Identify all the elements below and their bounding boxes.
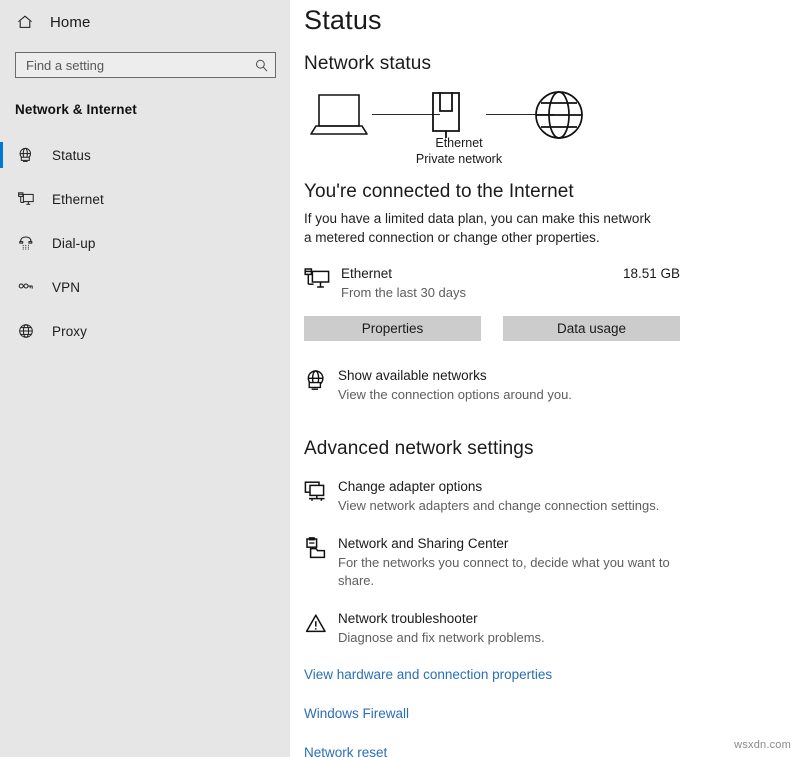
show-available-networks-row[interactable]: Show available networks View the connect…	[304, 367, 694, 404]
link-windows-firewall[interactable]: Windows Firewall	[304, 706, 409, 721]
link-view-hardware-properties[interactable]: View hardware and connection properties	[304, 667, 552, 682]
advanced-item-title: Network and Sharing Center	[338, 536, 508, 551]
network-diagram: Ethernet Private network	[304, 87, 684, 169]
advanced-settings-list: Change adapter options View network adap…	[304, 478, 800, 647]
sidebar-item-home[interactable]: Home	[0, 5, 290, 39]
show-networks-subtitle: View the connection options around you.	[338, 386, 694, 404]
sidebar: Home Network & Internet	[0, 0, 290, 757]
advanced-item-change-adapter-options[interactable]: Change adapter options View network adap…	[304, 478, 704, 515]
link-network-reset[interactable]: Network reset	[304, 745, 387, 757]
advanced-item-title: Change adapter options	[338, 479, 482, 494]
globe-icon	[532, 87, 586, 141]
sidebar-item-vpn[interactable]: VPN	[0, 265, 290, 309]
page-title: Status	[304, 5, 800, 36]
troubleshooter-warning-icon	[304, 610, 338, 636]
diagram-caption-line2: Private network	[379, 151, 539, 167]
show-networks-text: Show available networks View the connect…	[338, 367, 694, 404]
proxy-globe-icon	[16, 321, 36, 341]
advanced-item-network-sharing-center[interactable]: Network and Sharing Center For the netwo…	[304, 535, 704, 590]
search-container	[15, 52, 276, 78]
connected-description: If you have a limited data plan, you can…	[304, 209, 656, 247]
sidebar-item-label: Status	[52, 148, 91, 163]
laptop-icon	[308, 89, 370, 141]
sidebar-item-status[interactable]: Status	[0, 133, 290, 177]
sidebar-item-ethernet[interactable]: Ethernet	[0, 177, 290, 221]
search-icon[interactable]	[254, 58, 269, 73]
advanced-item-subtitle: View network adapters and change connect…	[338, 497, 704, 515]
vpn-key-icon	[16, 277, 36, 297]
search-box[interactable]	[15, 52, 276, 78]
adapter-data-usage-value: 18.51 GB	[623, 265, 680, 281]
ethernet-monitor-icon	[16, 189, 36, 209]
sidebar-nav: Status Ethernet	[0, 133, 290, 353]
network-status-globe-icon	[16, 145, 36, 165]
dialup-phone-icon	[16, 233, 36, 253]
adapter-text: Ethernet From the last 30 days	[334, 265, 623, 302]
advanced-settings-heading: Advanced network settings	[304, 438, 800, 460]
adapter-options-monitor-icon	[304, 478, 338, 504]
show-networks-title: Show available networks	[338, 368, 487, 383]
sharing-center-folder-icon	[304, 535, 338, 561]
data-usage-button[interactable]: Data usage	[503, 316, 680, 341]
sidebar-item-label: Dial-up	[52, 236, 95, 251]
sidebar-item-label: Ethernet	[52, 192, 104, 207]
sidebar-item-dialup[interactable]: Dial-up	[0, 221, 290, 265]
bottom-links: View hardware and connection properties …	[304, 667, 800, 757]
diagram-caption: Ethernet Private network	[379, 135, 539, 167]
home-label: Home	[50, 14, 90, 31]
connected-heading: You're connected to the Internet	[304, 181, 800, 203]
content-pane: Status Network status	[290, 0, 800, 757]
diagram-caption-line1: Ethernet	[379, 135, 539, 151]
available-networks-globe-icon	[304, 367, 338, 392]
advanced-item-title: Network troubleshooter	[338, 611, 478, 626]
adapter-subtitle: From the last 30 days	[341, 284, 623, 302]
watermark: wsxdn.com	[734, 739, 791, 751]
search-input[interactable]	[26, 54, 254, 76]
advanced-item-subtitle: For the networks you connect to, decide …	[338, 554, 704, 590]
sidebar-category-title: Network & Internet	[15, 102, 290, 117]
ethernet-monitor-icon	[304, 265, 334, 291]
advanced-item-text: Change adapter options View network adap…	[338, 478, 704, 515]
network-status-heading: Network status	[304, 53, 800, 75]
settings-window: Home Network & Internet	[0, 0, 800, 757]
sidebar-item-proxy[interactable]: Proxy	[0, 309, 290, 353]
home-icon	[16, 13, 34, 31]
advanced-item-text: Network troubleshooter Diagnose and fix …	[338, 610, 704, 647]
properties-button[interactable]: Properties	[304, 316, 481, 341]
sidebar-item-label: Proxy	[52, 324, 87, 339]
advanced-item-text: Network and Sharing Center For the netwo…	[338, 535, 704, 590]
sidebar-item-label: VPN	[52, 280, 80, 295]
adapter-name: Ethernet	[341, 266, 392, 281]
advanced-item-network-troubleshooter[interactable]: Network troubleshooter Diagnose and fix …	[304, 610, 704, 647]
adapter-summary-row: Ethernet From the last 30 days 18.51 GB	[304, 265, 680, 302]
adapter-button-row: Properties Data usage	[304, 316, 680, 341]
advanced-item-subtitle: Diagnose and fix network problems.	[338, 629, 704, 647]
ethernet-port-icon	[424, 87, 468, 141]
